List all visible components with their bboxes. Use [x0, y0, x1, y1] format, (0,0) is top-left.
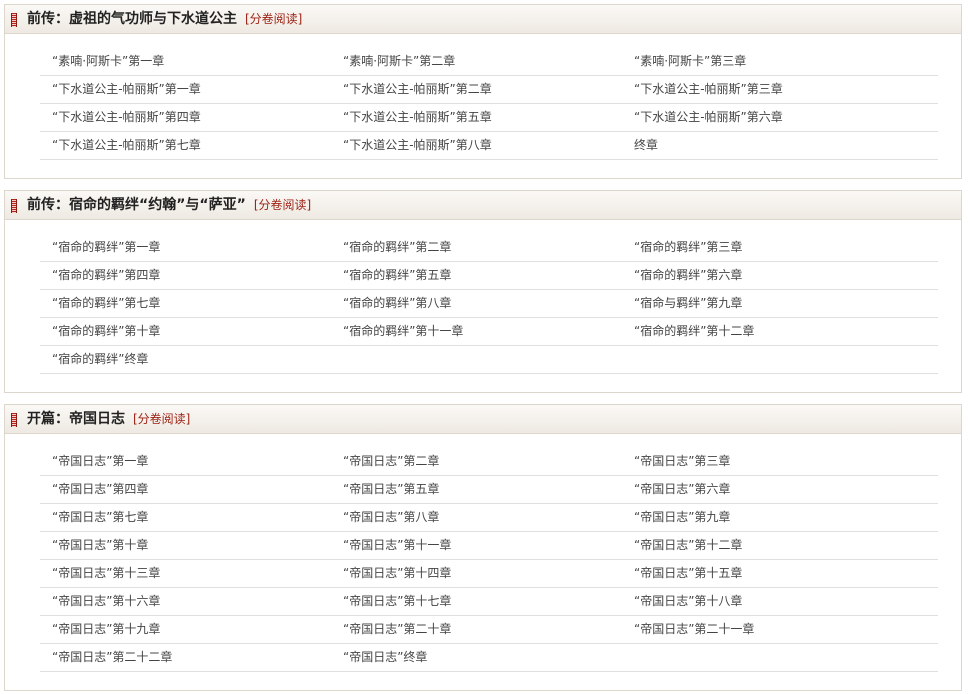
volume-read-link[interactable]: [分卷阅读]: [245, 12, 302, 26]
chapter-link[interactable]: “宿命的羁绊”第三章: [634, 240, 742, 254]
chapter-link[interactable]: “宿命与羁绊”第九章: [634, 296, 742, 310]
chapter-list-page: 前传：虚祖的气功师与下水道公主 [分卷阅读] “素喃·阿斯卡”第一章 “素喃·阿斯…: [0, 0, 968, 694]
chapter-link[interactable]: “下水道公主-帕丽斯”第一章: [52, 82, 201, 96]
chapter-link[interactable]: “素喃·阿斯卡”第一章: [52, 54, 164, 68]
volume-marker-icon: [11, 413, 17, 427]
chapter-link[interactable]: “宿命的羁绊”第十一章: [343, 324, 463, 338]
chapter-link[interactable]: “下水道公主-帕丽斯”第三章: [634, 82, 783, 96]
chapter-link[interactable]: “帝国日志”第二章: [343, 454, 439, 468]
volume-section-2: 前传：宿命的羁绊“约翰”与“萨亚” [分卷阅读] “宿命的羁绊”第一章 “宿命的羁…: [4, 190, 962, 393]
volume-marker-icon: [11, 199, 17, 213]
chapter-row: “帝国日志”第七章 “帝国日志”第八章 “帝国日志”第九章: [40, 504, 938, 532]
chapter-row: “帝国日志”第十章 “帝国日志”第十一章 “帝国日志”第十二章: [40, 532, 938, 560]
chapter-row: “素喃·阿斯卡”第一章 “素喃·阿斯卡”第二章 “素喃·阿斯卡”第三章: [40, 48, 938, 76]
chapter-grid: “素喃·阿斯卡”第一章 “素喃·阿斯卡”第二章 “素喃·阿斯卡”第三章 “下水道…: [40, 48, 938, 160]
chapter-row: “帝国日志”第十六章 “帝国日志”第十七章 “帝国日志”第十八章: [40, 588, 938, 616]
chapter-link[interactable]: “下水道公主-帕丽斯”第七章: [52, 138, 201, 152]
chapter-link[interactable]: “帝国日志”第十一章: [343, 538, 451, 552]
chapter-link[interactable]: “帝国日志”第十四章: [343, 566, 451, 580]
volume-header: 开篇：帝国日志 [分卷阅读]: [5, 405, 961, 434]
chapter-link[interactable]: “帝国日志”第十六章: [52, 594, 160, 608]
chapter-link[interactable]: “宿命的羁绊”第二章: [343, 240, 451, 254]
chapter-link[interactable]: “帝国日志”第九章: [634, 510, 730, 524]
chapter-link[interactable]: “宿命的羁绊”第五章: [343, 268, 451, 282]
chapter-link[interactable]: “宿命的羁绊”第八章: [343, 296, 451, 310]
chapter-row: “帝国日志”第四章 “帝国日志”第五章 “帝国日志”第六章: [40, 476, 938, 504]
volume-title: 前传：宿命的羁绊“约翰”与“萨亚” [分卷阅读]: [27, 197, 311, 213]
chapter-link[interactable]: 终章: [634, 138, 658, 152]
chapter-link[interactable]: “下水道公主-帕丽斯”第四章: [52, 110, 201, 124]
chapter-link[interactable]: “帝国日志”第十五章: [634, 566, 742, 580]
chapter-link[interactable]: “素喃·阿斯卡”第二章: [343, 54, 455, 68]
volume-section-3: 开篇：帝国日志 [分卷阅读] “帝国日志”第一章 “帝国日志”第二章 “帝国日志”…: [4, 404, 962, 691]
chapter-link[interactable]: “帝国日志”第十二章: [634, 538, 742, 552]
chapter-link[interactable]: “帝国日志”第三章: [634, 454, 730, 468]
chapter-link[interactable]: “宿命的羁绊”第十二章: [634, 324, 754, 338]
chapter-link[interactable]: “宿命的羁绊”第七章: [52, 296, 160, 310]
chapter-link[interactable]: “下水道公主-帕丽斯”第二章: [343, 82, 492, 96]
chapter-link[interactable]: “帝国日志”第八章: [343, 510, 439, 524]
chapter-link[interactable]: “帝国日志”终章: [343, 650, 427, 664]
chapter-link[interactable]: “帝国日志”第二十章: [343, 622, 451, 636]
chapter-link[interactable]: “帝国日志”第十八章: [634, 594, 742, 608]
chapter-row: “宿命的羁绊”第十章 “宿命的羁绊”第十一章 “宿命的羁绊”第十二章: [40, 318, 938, 346]
chapter-link[interactable]: “帝国日志”第二十一章: [634, 622, 754, 636]
chapter-link[interactable]: “帝国日志”第十三章: [52, 566, 160, 580]
chapter-row: “宿命的羁绊”第一章 “宿命的羁绊”第二章 “宿命的羁绊”第三章: [40, 234, 938, 262]
chapter-link[interactable]: “宿命的羁绊”第六章: [634, 268, 742, 282]
volume-title: 前传：虚祖的气功师与下水道公主 [分卷阅读]: [27, 11, 302, 27]
chapter-link[interactable]: “宿命的羁绊”第四章: [52, 268, 160, 282]
chapter-link[interactable]: “帝国日志”第四章: [52, 482, 148, 496]
chapter-link[interactable]: “帝国日志”第七章: [52, 510, 148, 524]
chapter-grid: “帝国日志”第一章 “帝国日志”第二章 “帝国日志”第三章 “帝国日志”第四章 …: [40, 448, 938, 672]
chapter-link[interactable]: “帝国日志”第五章: [343, 482, 439, 496]
chapter-row: “下水道公主-帕丽斯”第四章 “下水道公主-帕丽斯”第五章 “下水道公主-帕丽斯…: [40, 104, 938, 132]
chapter-link[interactable]: “下水道公主-帕丽斯”第五章: [343, 110, 492, 124]
chapter-row: “宿命的羁绊”第七章 “宿命的羁绊”第八章 “宿命与羁绊”第九章: [40, 290, 938, 318]
chapter-row: “帝国日志”第一章 “帝国日志”第二章 “帝国日志”第三章: [40, 448, 938, 476]
chapter-row: “帝国日志”第二十二章 “帝国日志”终章: [40, 644, 938, 672]
volume-read-link[interactable]: [分卷阅读]: [133, 412, 190, 426]
chapter-grid: “宿命的羁绊”第一章 “宿命的羁绊”第二章 “宿命的羁绊”第三章 “宿命的羁绊”…: [40, 234, 938, 374]
chapter-link[interactable]: “下水道公主-帕丽斯”第八章: [343, 138, 492, 152]
volume-title: 开篇：帝国日志 [分卷阅读]: [27, 411, 190, 427]
chapter-link[interactable]: “素喃·阿斯卡”第三章: [634, 54, 746, 68]
chapter-link[interactable]: “宿命的羁绊”第一章: [52, 240, 160, 254]
chapter-link[interactable]: “帝国日志”第十七章: [343, 594, 451, 608]
volume-header: 前传：宿命的羁绊“约翰”与“萨亚” [分卷阅读]: [5, 191, 961, 220]
chapter-row: “帝国日志”第十三章 “帝国日志”第十四章 “帝国日志”第十五章: [40, 560, 938, 588]
chapter-row: “宿命的羁绊”第四章 “宿命的羁绊”第五章 “宿命的羁绊”第六章: [40, 262, 938, 290]
chapter-row: “下水道公主-帕丽斯”第一章 “下水道公主-帕丽斯”第二章 “下水道公主-帕丽斯…: [40, 76, 938, 104]
chapter-link[interactable]: “下水道公主-帕丽斯”第六章: [634, 110, 783, 124]
chapter-row: “宿命的羁绊”终章: [40, 346, 938, 374]
chapter-link[interactable]: “宿命的羁绊”第十章: [52, 324, 160, 338]
chapter-link[interactable]: “帝国日志”第一章: [52, 454, 148, 468]
chapter-link[interactable]: “帝国日志”第六章: [634, 482, 730, 496]
volume-marker-icon: [11, 13, 17, 27]
chapter-row: “下水道公主-帕丽斯”第七章 “下水道公主-帕丽斯”第八章 终章: [40, 132, 938, 160]
volume-title-text: 前传：宿命的羁绊“约翰”与“萨亚”: [27, 197, 246, 213]
chapter-link[interactable]: “帝国日志”第十九章: [52, 622, 160, 636]
chapter-row: “帝国日志”第十九章 “帝国日志”第二十章 “帝国日志”第二十一章: [40, 616, 938, 644]
volume-header: 前传：虚祖的气功师与下水道公主 [分卷阅读]: [5, 5, 961, 34]
volume-read-link[interactable]: [分卷阅读]: [254, 198, 311, 212]
chapter-link[interactable]: “宿命的羁绊”终章: [52, 352, 148, 366]
volume-title-text: 前传：虚祖的气功师与下水道公主: [27, 11, 237, 27]
volume-section-1: 前传：虚祖的气功师与下水道公主 [分卷阅读] “素喃·阿斯卡”第一章 “素喃·阿斯…: [4, 4, 962, 179]
chapter-link[interactable]: “帝国日志”第二十二章: [52, 650, 172, 664]
volume-title-text: 开篇：帝国日志: [27, 411, 125, 427]
chapter-link[interactable]: “帝国日志”第十章: [52, 538, 148, 552]
